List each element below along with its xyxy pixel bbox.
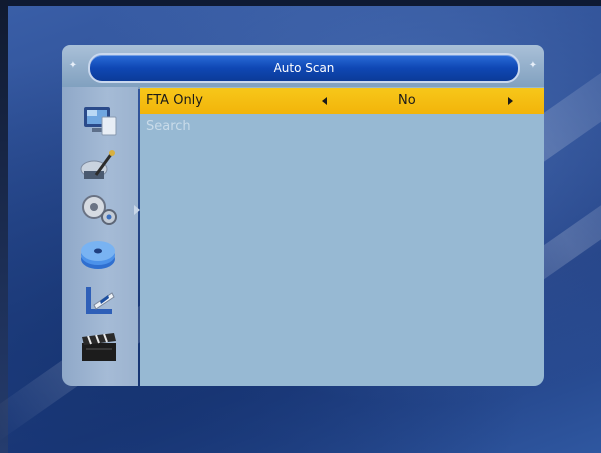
window-title: Auto Scan	[273, 61, 335, 75]
arrow-left-icon[interactable]	[322, 97, 327, 105]
clapperboard-icon[interactable]	[78, 329, 120, 365]
top-border	[0, 0, 601, 6]
media-disc-icon[interactable]	[78, 237, 120, 273]
left-corner-icon: ✦	[68, 60, 78, 71]
menu-item-search[interactable]: Search	[140, 114, 544, 140]
left-border	[0, 0, 8, 453]
right-corner-icon: ✦	[528, 60, 538, 71]
sidebar	[62, 87, 140, 386]
gears-icon[interactable]	[78, 191, 120, 227]
menu-item-fta-only[interactable]: FTA Only No	[140, 88, 544, 114]
monitor-icon[interactable]	[78, 103, 120, 139]
menu-item-label: Search	[146, 119, 191, 134]
menu-window: ✦ Auto Scan ✦ FTA Only No Search	[62, 45, 544, 386]
arrow-right-icon[interactable]	[508, 97, 513, 105]
chart-pen-icon[interactable]	[78, 283, 120, 319]
menu-content: FTA Only No Search	[140, 87, 544, 386]
menu-item-value: No	[398, 93, 416, 108]
title-bar: ✦ Auto Scan ✦	[62, 45, 544, 89]
menu-item-label: FTA Only	[146, 93, 203, 108]
tv-screen: ✦ Auto Scan ✦ FTA Only No Search	[0, 0, 601, 453]
antenna-tools-icon[interactable]	[78, 147, 120, 183]
title-pill: Auto Scan	[88, 53, 520, 83]
